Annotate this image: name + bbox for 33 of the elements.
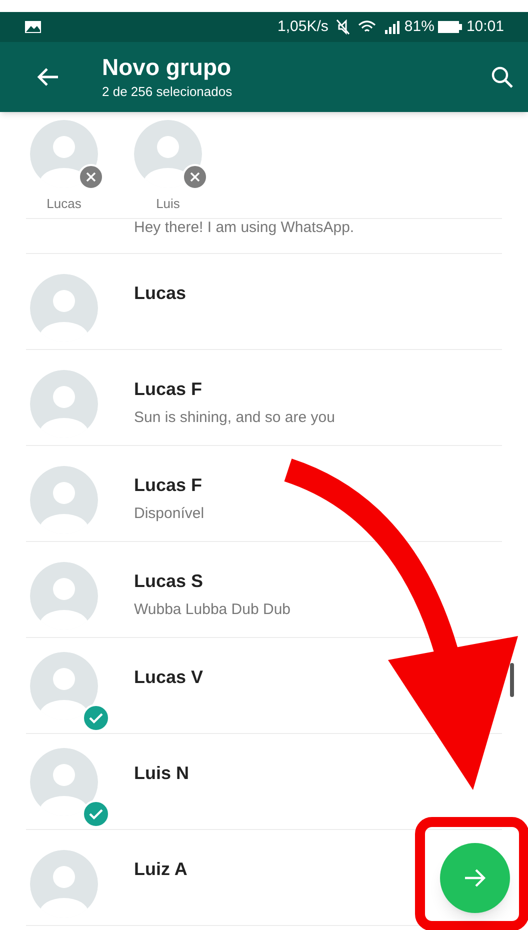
contact-name: Lucas F: [134, 474, 204, 497]
contact-name: Lucas F: [134, 378, 204, 401]
arrow-right-icon: [464, 868, 486, 888]
contact-status: Sun is shining, and so are you: [134, 408, 335, 428]
mute-icon: [336, 19, 350, 35]
contact-name: Lucas V: [134, 666, 204, 689]
back-arrow-icon: [37, 67, 59, 87]
search-icon: [491, 66, 513, 88]
close-icon: [190, 172, 200, 182]
battery-icon: [438, 21, 462, 33]
close-icon: [86, 172, 96, 182]
chip-name: Luis: [156, 195, 180, 213]
signal-icon: [384, 20, 400, 34]
avatar-placeholder: [134, 120, 202, 188]
contact-name: Luis N: [134, 762, 190, 785]
contact-status: Disponível: [134, 504, 204, 524]
avatar-with-check-drawing[interactable]: [30, 652, 110, 732]
screen-title: Novo grupo: [102, 52, 232, 82]
scrollbar-thumb: [510, 663, 514, 697]
contact-name: Lucas: [134, 282, 186, 305]
wifi-icon: [358, 20, 376, 34]
clock: 10:01: [466, 16, 504, 37]
contact-status: Hey there! I am using WhatsApp.: [134, 219, 354, 237]
chip-name: Lucas: [46, 195, 82, 213]
contact-status: Wubba Lubba Dub Dub: [134, 600, 291, 620]
network-speed: 1,05K/s: [278, 16, 328, 37]
contact-name: Lucas S: [134, 570, 204, 593]
contact-name: Luiz A: [134, 858, 188, 881]
selection-count: 2 de 256 selecionados: [102, 82, 234, 101]
battery-percent: 81%: [404, 16, 434, 37]
image-icon: [24, 20, 42, 34]
avatar-with-check-drawing[interactable]: [30, 748, 110, 828]
avatar-placeholder: [30, 120, 98, 188]
